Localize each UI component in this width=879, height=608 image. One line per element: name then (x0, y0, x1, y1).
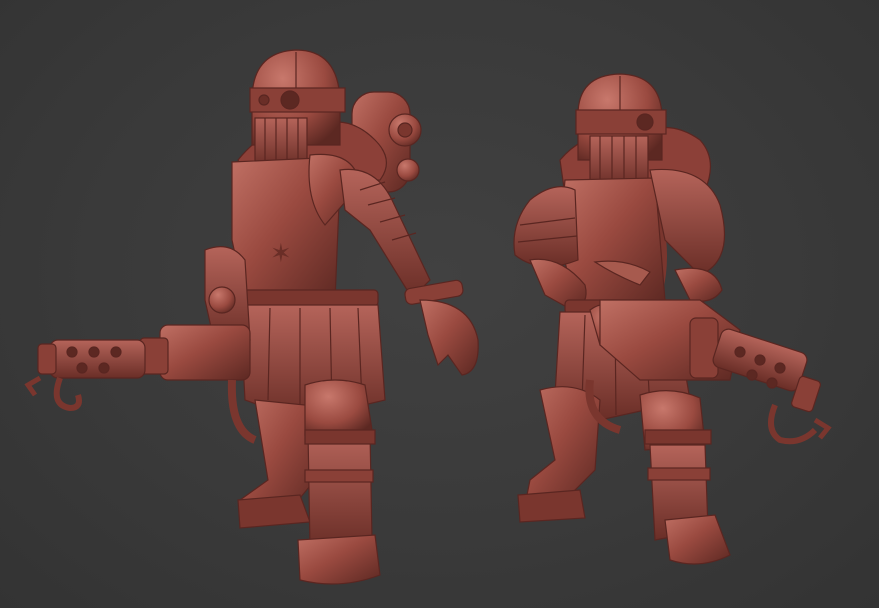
leg-front-right (639, 390, 731, 565)
figure-left: ✶ (24, 49, 479, 585)
emblem-star-icon: ✶ (270, 239, 292, 269)
sculpt-render: ✶ (24, 49, 832, 585)
rotary-gun-left (24, 324, 257, 444)
leg-back-right (517, 386, 601, 523)
render-viewport: ✶ (0, 0, 879, 608)
leg-front-left (297, 379, 381, 585)
belt-left (237, 289, 379, 307)
pauldron-left-side-right (513, 186, 579, 268)
figure-right (513, 73, 832, 565)
leg-back-left (237, 399, 316, 529)
